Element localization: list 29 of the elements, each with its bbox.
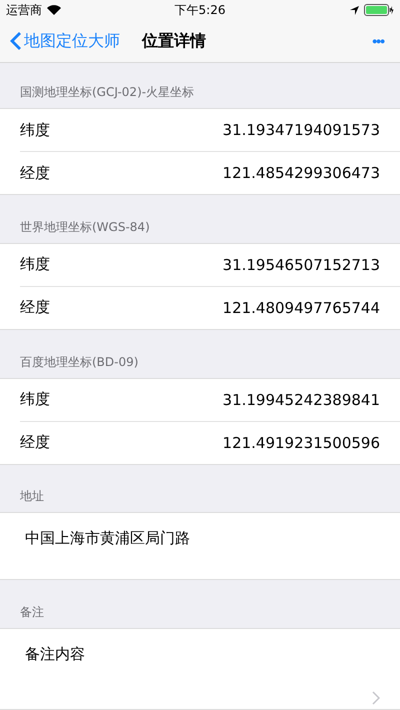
section-header: 国测地理坐标(GCJ-02)-火星坐标 [20, 84, 194, 102]
page-title: 位置详情 [142, 30, 207, 52]
row-label: 经度 [20, 298, 50, 318]
row-value: 121.4919231500596 [222, 434, 380, 452]
back-chevron-icon [10, 31, 22, 51]
row-value: 121.4854299306473 [222, 164, 380, 182]
section-header: 百度地理坐标(BD-09) [20, 354, 138, 371]
clock: 下午5:26 [174, 2, 226, 18]
row-value: 31.19347194091573 [222, 121, 380, 140]
note-text: 备注内容 [25, 645, 85, 663]
back-button[interactable]: 地图定位大师 [10, 30, 120, 52]
section-header: 地址 [20, 488, 44, 506]
row-value: 31.19546507152713 [222, 256, 380, 274]
location-icon [350, 6, 359, 14]
row-label: 纬度 [20, 120, 50, 140]
row-label: 经度 [20, 164, 50, 183]
carrier-label: 运营商 [6, 2, 42, 18]
section-header: 备注 [20, 604, 44, 621]
more-button[interactable]: ••• [366, 33, 390, 49]
address-text: 中国上海市黄浦区局门路 [25, 529, 190, 548]
row-value: 121.4809497765744 [222, 298, 380, 317]
row-value: 31.19945242389841 [222, 390, 380, 409]
row-label: 纬度 [20, 255, 50, 274]
row-label: 经度 [20, 433, 50, 452]
chevron-icon [372, 691, 380, 705]
row-label: 纬度 [20, 390, 50, 410]
wifi-icon [47, 5, 61, 15]
section-header: 世界地理坐标(WGS-84) [20, 218, 150, 236]
battery-icon [364, 4, 394, 16]
